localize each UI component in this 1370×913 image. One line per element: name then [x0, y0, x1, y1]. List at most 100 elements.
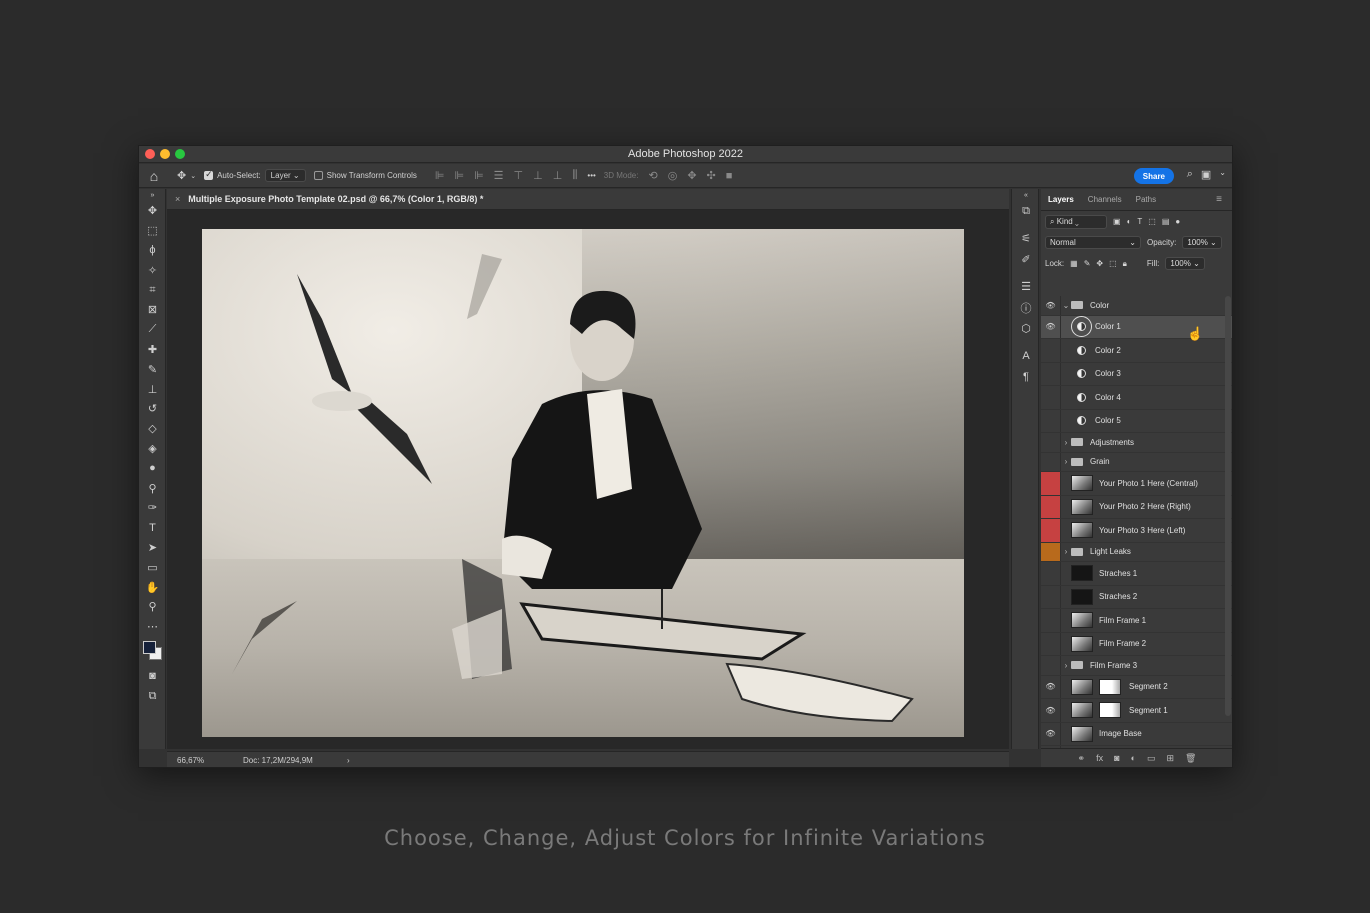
character-icon[interactable]: A [1012, 345, 1040, 366]
brush-tool-icon[interactable]: ✎ [139, 359, 166, 379]
visibility-toggle[interactable] [1041, 472, 1061, 495]
color-swatches[interactable] [139, 637, 166, 667]
minimize-button[interactable] [160, 149, 170, 159]
tab-paths[interactable]: Paths [1129, 195, 1163, 204]
align-left-icon[interactable]: ⊫ [435, 169, 445, 182]
eye-icon[interactable]: 👁︎ [1041, 315, 1061, 338]
workspace-icon[interactable]: ▣ [1201, 168, 1211, 181]
layer-row[interactable]: Film Frame 1 [1041, 609, 1232, 633]
search-icon[interactable]: ⌕ [1187, 168, 1193, 181]
layer-row[interactable]: Film Frame 2 [1041, 632, 1232, 656]
layer-mask-thumbnail[interactable] [1099, 678, 1121, 695]
filter-adjustment-icon[interactable]: ◐ [1127, 217, 1132, 226]
filter-pixel-icon[interactable]: ▣ [1113, 217, 1121, 226]
visibility-toggle[interactable] [1041, 433, 1061, 452]
visibility-toggle[interactable] [1041, 585, 1061, 608]
visibility-toggle[interactable] [1041, 495, 1061, 518]
eyedropper-tool-icon[interactable]: ⟋ [139, 320, 166, 340]
3d-orbit-icon[interactable]: ⟲ [648, 169, 657, 182]
collapse-icon[interactable]: » [139, 189, 166, 201]
distribute-vertical-icon[interactable]: ⫼ [572, 169, 577, 182]
layer-row[interactable]: Color 5 [1041, 409, 1232, 433]
blend-mode-dropdown[interactable]: Normal ⌄ [1045, 236, 1141, 249]
paragraph-icon[interactable]: ¶ [1012, 366, 1040, 387]
auto-select-option[interactable]: Auto-Select: Layer ⌄ [204, 169, 306, 182]
chevron-right-icon[interactable]: › [1061, 547, 1071, 556]
delete-layer-icon[interactable]: 🗑︎ [1185, 753, 1196, 764]
3d-pan-icon[interactable]: ✥ [687, 169, 696, 182]
eraser-tool-icon[interactable]: ◇ [139, 419, 166, 439]
fx-icon[interactable]: fx [1096, 753, 1103, 763]
more-tools-icon[interactable]: ⋯ [139, 617, 166, 637]
lasso-tool-icon[interactable]: ϕ [139, 241, 166, 261]
history-brush-tool-icon[interactable]: ↺ [139, 399, 166, 419]
visibility-toggle[interactable] [1041, 362, 1061, 385]
layer-row[interactable]: Straches 2 [1041, 585, 1232, 609]
layer-row[interactable]: 👁︎ ⌄ Color [1041, 296, 1232, 316]
blur-tool-icon[interactable]: ● [139, 458, 166, 478]
new-layer-icon[interactable]: ⊞ [1166, 753, 1174, 764]
lock-pixels-icon[interactable]: ✎ [1084, 259, 1091, 268]
layer-row[interactable]: Color 2 [1041, 339, 1232, 363]
layer-row[interactable]: Your Photo 3 Here (Left) [1041, 519, 1232, 543]
visibility-toggle[interactable] [1041, 339, 1061, 362]
show-transform-option[interactable]: Show Transform Controls [313, 171, 417, 180]
align-middle-icon[interactable]: ⊥ [533, 169, 543, 182]
filter-toggle-icon[interactable]: ● [1175, 217, 1180, 226]
chevron-down-icon[interactable]: ⌄ [1219, 168, 1226, 181]
3d-slide-icon[interactable]: ✣ [707, 169, 716, 182]
new-group-icon[interactable]: ▭ [1147, 753, 1156, 764]
close-tab-icon[interactable]: × [175, 194, 180, 204]
chevron-right-icon[interactable]: › [1061, 661, 1071, 670]
lock-position-icon[interactable]: ✥ [1096, 259, 1103, 268]
layer-mask-thumbnail[interactable] [1099, 702, 1121, 719]
visibility-toggle[interactable] [1041, 409, 1061, 432]
layer-row[interactable]: 👁︎ Segment 2 [1041, 675, 1232, 699]
history-icon[interactable]: ⧉ [1012, 201, 1040, 222]
collapse-panels-icon[interactable]: « [1012, 189, 1040, 201]
magic-wand-tool-icon[interactable]: ✧ [139, 260, 166, 280]
3d-icon[interactable]: ⬡ [1012, 318, 1040, 339]
opacity-field[interactable]: 100% ⌄ [1182, 236, 1222, 249]
brush-settings-icon[interactable]: ✐ [1012, 249, 1040, 270]
zoom-level[interactable]: 66,67% [177, 756, 237, 765]
adjustments-icon[interactable]: ☰ [1012, 276, 1040, 297]
filter-shape-icon[interactable]: ⬚ [1148, 217, 1156, 226]
image-canvas[interactable] [202, 229, 964, 737]
layer-row[interactable]: Your Photo 1 Here (Central) [1041, 472, 1232, 496]
panel-menu-icon[interactable]: ≡ [1209, 194, 1229, 205]
visibility-toggle[interactable] [1041, 562, 1061, 585]
align-center-icon[interactable]: ⊫ [454, 169, 464, 182]
path-selection-tool-icon[interactable]: ➤ [139, 538, 166, 558]
align-bottom-icon[interactable]: ⊥ [553, 169, 563, 182]
zoom-button[interactable] [175, 149, 185, 159]
layers-scrollbar[interactable] [1225, 296, 1231, 716]
3d-roll-icon[interactable]: ◎ [668, 169, 678, 182]
layer-row[interactable]: Color 4 [1041, 386, 1232, 410]
eye-icon[interactable]: 👁︎ [1041, 722, 1061, 745]
lock-all-icon[interactable]: 🔒︎ [1123, 259, 1127, 269]
visibility-toggle[interactable] [1041, 452, 1061, 471]
layer-row[interactable]: Straches 1 [1041, 562, 1232, 586]
align-right-icon[interactable]: ⊫ [474, 169, 484, 182]
layer-row[interactable]: › Light Leaks [1041, 542, 1232, 562]
chevron-down-icon[interactable]: ⌄ [1061, 301, 1071, 310]
layer-row[interactable]: › Film Frame 3 [1041, 656, 1232, 676]
status-arrow-icon[interactable]: › [347, 756, 350, 765]
visibility-toggle[interactable] [1041, 656, 1061, 675]
fill-field[interactable]: 100% ⌄ [1165, 257, 1205, 270]
pen-tool-icon[interactable]: ✑ [139, 498, 166, 518]
chevron-right-icon[interactable]: › [1061, 457, 1071, 466]
3d-scale-icon[interactable]: ■ [726, 170, 733, 182]
type-tool-icon[interactable]: T [139, 518, 166, 538]
document-tab[interactable]: × Multiple Exposure Photo Template 02.ps… [167, 189, 1009, 210]
align-top-icon[interactable]: ⊤ [514, 169, 524, 182]
link-layers-icon[interactable]: ⚭ [1078, 753, 1086, 764]
lock-transparent-icon[interactable]: ▦ [1070, 259, 1078, 268]
home-icon[interactable]: ⌂ [139, 168, 169, 184]
move-tool-preset[interactable]: ✥ ⌄ [177, 169, 196, 182]
layer-row[interactable]: 👁︎ Segment 1 [1041, 699, 1232, 723]
paint-bucket-tool-icon[interactable]: ◈ [139, 439, 166, 459]
rectangle-tool-icon[interactable]: ▭ [139, 557, 166, 577]
dodge-tool-icon[interactable]: ⚲ [139, 478, 166, 498]
